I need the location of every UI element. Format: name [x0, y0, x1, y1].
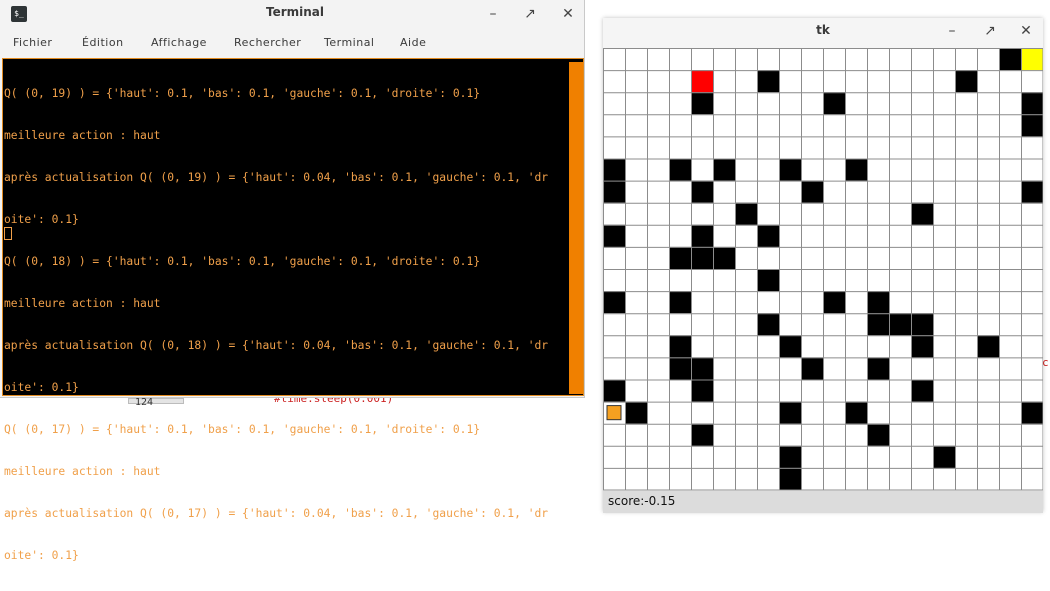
- wall-cell: [757, 269, 779, 292]
- wall-cell: [691, 224, 713, 247]
- wall-cell: [779, 467, 801, 490]
- wall-cell: [691, 379, 713, 402]
- wall-cell: [977, 335, 999, 358]
- wall-cell: [889, 313, 911, 336]
- menu-fichier[interactable]: Fichier: [13, 36, 52, 49]
- terminal-line: meilleure action : haut: [4, 297, 161, 310]
- terminal-line: Q( (0, 17) ) = {'haut': 0.1, 'bas': 0.1,…: [4, 423, 481, 436]
- terminal-line: après actualisation Q( (0, 19) ) = {'hau…: [4, 171, 549, 184]
- wall-cell: [691, 92, 713, 115]
- minimize-icon[interactable]: –: [941, 20, 963, 42]
- terminal-scrollbar[interactable]: [569, 62, 583, 394]
- wall-cell: [669, 335, 691, 358]
- wall-cell: [669, 158, 691, 181]
- close-icon[interactable]: ✕: [557, 3, 579, 25]
- terminal-window[interactable]: $_ Terminal – ↗ ✕ Fichier Édition Affich…: [0, 0, 585, 562]
- wall-cell: [713, 158, 735, 181]
- wall-cell: [603, 379, 625, 402]
- wall-cell: [801, 180, 823, 203]
- terminal-cursor: [4, 227, 12, 240]
- tk-titlebar[interactable]: tk – ↗ ✕: [603, 18, 1043, 48]
- wall-cell: [757, 313, 779, 336]
- terminal-line: après actualisation Q( (0, 17) ) = {'hau…: [4, 507, 549, 520]
- wall-cell: [867, 313, 889, 336]
- wall-cell: [625, 401, 647, 424]
- goal-cell: [1021, 48, 1043, 71]
- menu-terminal[interactable]: Terminal: [324, 36, 375, 49]
- wall-cell: [823, 291, 845, 314]
- wall-cell: [603, 224, 625, 247]
- terminal-line: oite': 0.1}: [4, 381, 79, 394]
- terminal-line: Q( (0, 19) ) = {'haut': 0.1, 'bas': 0.1,…: [4, 87, 481, 100]
- wall-cell: [933, 445, 955, 468]
- status-bar: score:-0.15: [603, 490, 1043, 513]
- menu-affichage[interactable]: Affichage: [151, 36, 207, 49]
- terminal-line: Q( (0, 18) ) = {'haut': 0.1, 'bas': 0.1,…: [4, 255, 481, 268]
- maximize-icon[interactable]: ↗: [519, 3, 541, 25]
- wall-cell: [757, 70, 779, 93]
- wall-cell: [735, 202, 757, 225]
- terminal-line: oite': 0.1}: [4, 549, 79, 562]
- agent-marker: [606, 405, 622, 421]
- wall-cell: [691, 246, 713, 269]
- terminal-titlebar[interactable]: $_ Terminal – ↗ ✕: [0, 0, 585, 30]
- wall-cell: [669, 357, 691, 380]
- maximize-icon[interactable]: ↗: [979, 20, 1001, 42]
- minimize-icon[interactable]: –: [482, 3, 504, 25]
- score-label: score:-0.15: [608, 494, 676, 508]
- wall-cell: [757, 224, 779, 247]
- wall-cell: [779, 335, 801, 358]
- wall-cell: [1021, 401, 1043, 424]
- wall-cell: [779, 158, 801, 181]
- wall-cell: [603, 158, 625, 181]
- wall-cell: [779, 401, 801, 424]
- wall-cell: [911, 379, 933, 402]
- wall-cell: [911, 335, 933, 358]
- wall-cell: [867, 357, 889, 380]
- menu-rechercher[interactable]: Rechercher: [234, 36, 301, 49]
- terminal-line: meilleure action : haut: [4, 465, 161, 478]
- wall-cell: [999, 48, 1021, 71]
- terminal-menubar: Fichier Édition Affichage Rechercher Ter…: [0, 34, 585, 54]
- terminal-output: Q( (0, 19) ) = {'haut': 0.1, 'bas': 0.1,…: [4, 59, 564, 591]
- wall-cell: [801, 357, 823, 380]
- wall-cell: [603, 291, 625, 314]
- wall-cell: [669, 246, 691, 269]
- terminal-screen[interactable]: Q( (0, 19) ) = {'haut': 0.1, 'bas': 0.1,…: [2, 58, 584, 562]
- close-icon[interactable]: ✕: [1015, 20, 1037, 42]
- terminal-line: après actualisation Q( (0, 18) ) = {'hau…: [4, 339, 549, 352]
- menu-edition[interactable]: Édition: [82, 36, 124, 49]
- wall-cell: [1021, 180, 1043, 203]
- terminal-line: meilleure action : haut: [4, 129, 161, 142]
- wall-cell: [911, 202, 933, 225]
- red-cell: [691, 70, 713, 93]
- menu-aide[interactable]: Aide: [400, 36, 426, 49]
- wall-cell: [669, 291, 691, 314]
- wall-cell: [1021, 114, 1043, 137]
- wall-cell: [845, 401, 867, 424]
- wall-cell: [691, 180, 713, 203]
- wall-cell: [845, 158, 867, 181]
- tk-title: tk: [816, 23, 830, 37]
- wall-cell: [691, 423, 713, 446]
- wall-cell: [1021, 92, 1043, 115]
- wall-cell: [867, 291, 889, 314]
- wall-cell: [691, 357, 713, 380]
- wall-cell: [779, 445, 801, 468]
- wall-cell: [911, 313, 933, 336]
- wall-cell: [955, 70, 977, 93]
- wall-cell: [713, 246, 735, 269]
- wall-cell: [823, 92, 845, 115]
- wall-cell: [603, 180, 625, 203]
- wall-cell: [867, 423, 889, 446]
- tk-window[interactable]: tk – ↗ ✕ score:-0.15: [603, 18, 1043, 513]
- terminal-line: oite': 0.1}: [4, 213, 79, 226]
- grid-canvas[interactable]: [603, 48, 1043, 490]
